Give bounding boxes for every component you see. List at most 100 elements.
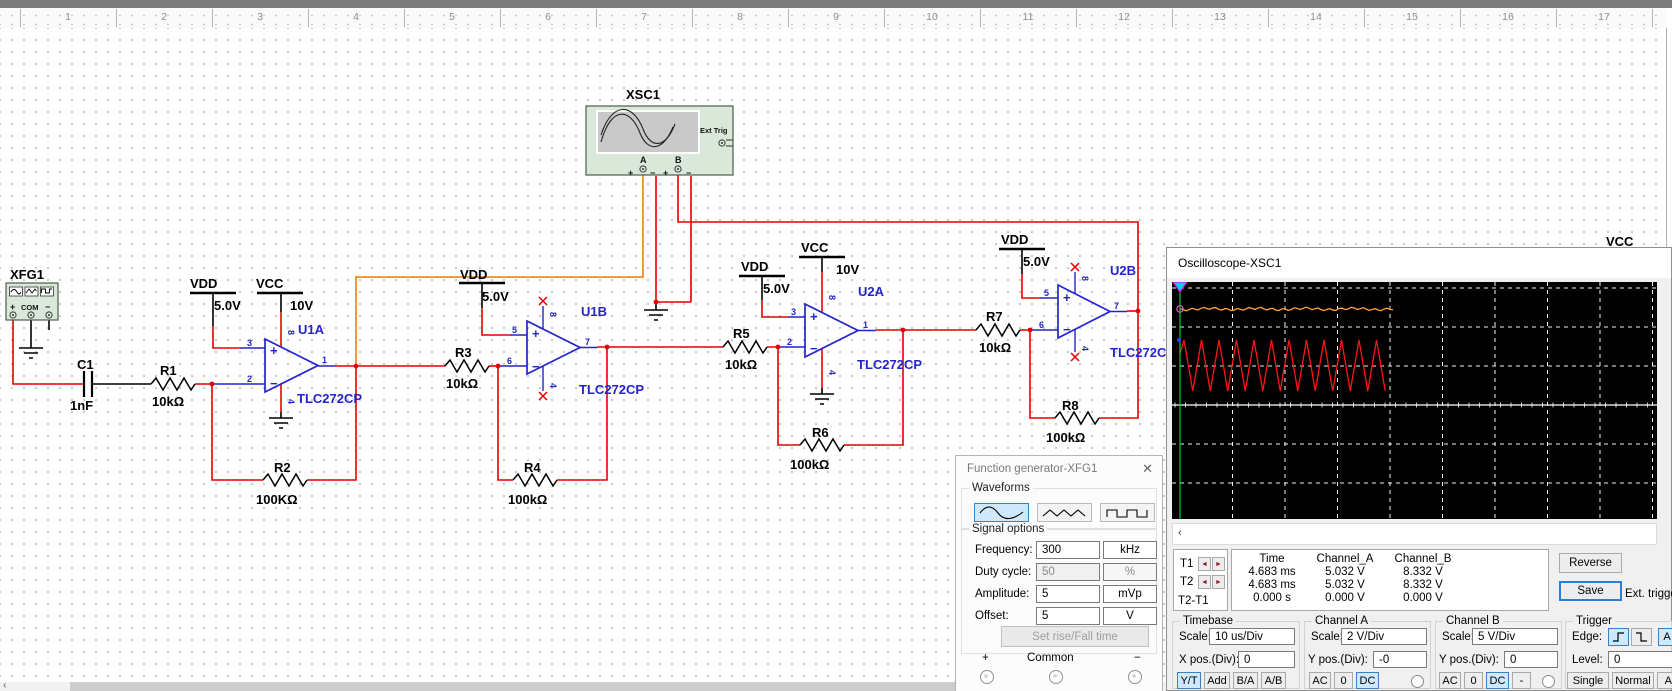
offset-unit[interactable]: V xyxy=(1103,607,1157,625)
ruler-tick xyxy=(500,9,501,27)
ground-u2a xyxy=(810,388,834,404)
x-pos-input[interactable]: 0 xyxy=(1238,651,1295,668)
wire-orange-scope-a[interactable] xyxy=(356,172,643,366)
fg-minus-terminal[interactable] xyxy=(1128,670,1142,684)
channel-a-dc-button[interactable]: DC xyxy=(1356,672,1379,689)
scroll-left-icon[interactable]: ‹ xyxy=(3,680,6,691)
u1a-ref: U1A xyxy=(298,322,325,337)
channel-a-ac-button[interactable]: AC xyxy=(1309,672,1331,689)
channel-a-radio[interactable] xyxy=(1411,675,1424,688)
supply-stubs xyxy=(213,249,1022,326)
resistor-R6[interactable] xyxy=(800,439,844,451)
u1a-plus-sign: + xyxy=(270,343,278,358)
channel-b-scale-input[interactable]: 5 V/Div xyxy=(1472,628,1558,645)
ruler-tick xyxy=(1172,9,1173,27)
vdd2-label: VDD xyxy=(460,267,487,282)
channel-b-pos-input[interactable]: 0 xyxy=(1504,651,1558,668)
channel-b-ac-button[interactable]: AC xyxy=(1439,672,1461,689)
ruler-tick xyxy=(404,9,405,27)
fg-plus-terminal[interactable] xyxy=(980,670,994,684)
channel-b-dc-button[interactable]: DC xyxy=(1486,672,1509,689)
display-scroll-left-icon[interactable]: ‹ xyxy=(1178,527,1182,539)
timebase-scale-input[interactable]: 10 us/Div xyxy=(1209,628,1295,645)
t1-cursor-flag[interactable] xyxy=(1173,282,1187,292)
resistor-R8[interactable] xyxy=(1055,412,1099,424)
ground-symbols[interactable] xyxy=(19,302,834,428)
ruler-number: 3 xyxy=(245,11,275,23)
offset-input[interactable]: 5 xyxy=(1036,607,1100,625)
wire-vdd2-pin5 xyxy=(482,308,510,335)
ruler-tick xyxy=(212,9,213,27)
xsc1-label: XSC1 xyxy=(626,87,660,102)
ruler-tick xyxy=(1460,9,1461,27)
duty-cycle-input: 50 xyxy=(1036,563,1100,581)
channel-a-0-button[interactable]: 0 xyxy=(1334,672,1353,689)
amplitude-input[interactable]: 5 xyxy=(1036,585,1100,603)
ruler-number: 17 xyxy=(1589,11,1619,23)
R4-value: 100kΩ xyxy=(508,492,547,507)
t2-label: T2 xyxy=(1180,576,1193,588)
trigger-level-input[interactable]: 0 xyxy=(1608,651,1672,668)
add-mode-button[interactable]: Add xyxy=(1204,672,1230,689)
resistor-R3[interactable] xyxy=(445,360,489,372)
t1-left-button[interactable]: ◄ xyxy=(1198,557,1211,571)
opamps xyxy=(265,285,1110,392)
sine-wave-button[interactable] xyxy=(974,503,1029,522)
frequency-unit[interactable]: kHz xyxy=(1103,541,1157,559)
capacitor-c1[interactable] xyxy=(84,371,92,397)
channel-b-0-button[interactable]: 0 xyxy=(1464,672,1483,689)
xfg-minus: − xyxy=(45,302,50,312)
normal-trigger-button[interactable]: Normal xyxy=(1612,672,1654,689)
vcc1-value: 10V xyxy=(290,298,313,313)
amplitude-unit[interactable]: mVp xyxy=(1103,585,1157,603)
set-rise-fall-button: Set rise/Fall time xyxy=(1001,626,1149,647)
close-icon[interactable]: ✕ xyxy=(1142,461,1153,477)
vdd1-value: 5.0V xyxy=(214,298,241,313)
vcc2-label: VCC xyxy=(801,240,829,255)
supply-bars[interactable] xyxy=(190,249,1045,293)
vcc2-value: 10V xyxy=(836,262,859,277)
channel-b-minus-button[interactable]: - xyxy=(1512,672,1531,689)
fg-common-terminal[interactable] xyxy=(1049,670,1063,684)
blue-pin-wires[interactable] xyxy=(212,272,1127,391)
resistor-R1[interactable] xyxy=(151,378,195,390)
ruler-number: 4 xyxy=(341,11,371,23)
vdd3-value: 5.0V xyxy=(763,281,790,296)
channel-a-scale-input[interactable]: 2 V/Div xyxy=(1341,628,1427,645)
t2-left-button[interactable]: ◄ xyxy=(1198,575,1211,589)
resistor-R5[interactable] xyxy=(723,341,767,353)
resistor-R4[interactable] xyxy=(513,474,557,486)
display-scrollbar[interactable]: ‹ xyxy=(1172,523,1657,545)
resistor-R7[interactable] xyxy=(976,324,1020,336)
ab-mode-button[interactable]: A/B xyxy=(1261,672,1286,689)
falling-edge-button[interactable] xyxy=(1631,628,1652,646)
single-trigger-button[interactable]: Single xyxy=(1567,672,1609,689)
oscilloscope-display[interactable] xyxy=(1172,282,1657,519)
frequency-input[interactable]: 300 xyxy=(1036,541,1100,559)
xsc1-icon[interactable] xyxy=(586,106,733,175)
square-wave-button[interactable] xyxy=(1100,503,1155,522)
save-button[interactable]: Save xyxy=(1559,581,1622,601)
ba-mode-button[interactable]: B/A xyxy=(1233,672,1258,689)
channel-b-radio[interactable] xyxy=(1542,675,1555,688)
rising-edge-button[interactable] xyxy=(1608,628,1629,646)
wires-red[interactable] xyxy=(13,172,1138,480)
trigger-source-a-button[interactable]: A xyxy=(1658,628,1672,646)
scrollbar-thumb[interactable] xyxy=(70,682,970,691)
oscilloscope-window: Oscilloscope-XSC1 ‹ T1 ◄ ► T2 ◄ ► T2-T1 … xyxy=(1166,247,1672,691)
resistor-R2[interactable] xyxy=(263,474,307,486)
reverse-button[interactable]: Reverse xyxy=(1559,553,1622,573)
ruler-tick xyxy=(884,9,885,27)
ruler-number: 14 xyxy=(1301,11,1331,23)
channel-b-pos-label: Y pos.(Div): xyxy=(1439,654,1499,666)
measurement-table: Time Channel_A Channel_B 4.683 ms 5.032 … xyxy=(1231,549,1549,611)
oscilloscope-titlebar[interactable]: Oscilloscope-XSC1 xyxy=(1167,248,1671,278)
yt-mode-button[interactable]: Y/T xyxy=(1177,672,1201,689)
auto-trigger-button[interactable]: Auto xyxy=(1657,672,1672,689)
channel-b-marker xyxy=(1177,338,1181,342)
triangle-wave-button[interactable] xyxy=(1037,503,1092,522)
t1-channel-b: 8.332 V xyxy=(1368,566,1478,578)
channel-a-pos-input[interactable]: -0 xyxy=(1373,651,1427,668)
vdd4-label: VDD xyxy=(1001,232,1028,247)
frequency-label: Frequency: xyxy=(975,544,1033,556)
